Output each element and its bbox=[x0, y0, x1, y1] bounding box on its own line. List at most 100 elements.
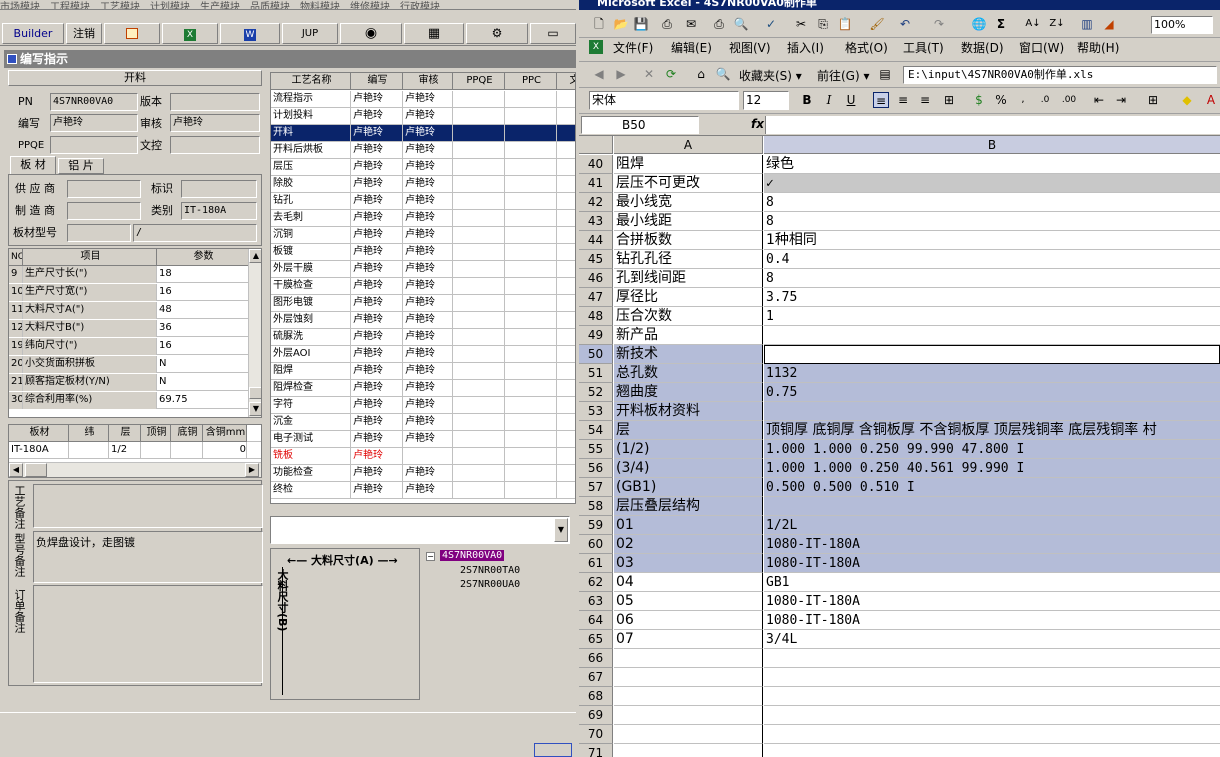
favorites-menu[interactable]: 收藏夹(S) ▾ bbox=[739, 67, 802, 84]
cell-b[interactable]: 0.4 bbox=[764, 250, 1220, 269]
cell-b[interactable]: 1.000 1.000 0.250 99.990 47.800 I bbox=[764, 440, 1220, 459]
process-row[interactable]: 干膜检查 卢艳玲 卢艳玲 bbox=[271, 278, 575, 295]
increase-indent-icon[interactable]: ⇥ bbox=[1113, 92, 1129, 108]
param-row[interactable]: 19 纬向尺寸(") 16 bbox=[9, 338, 249, 355]
row-header[interactable]: 50 bbox=[579, 345, 613, 364]
cell-b[interactable]: 1080-IT-180A bbox=[764, 554, 1220, 573]
cell-a[interactable]: 孔到线间距 bbox=[614, 269, 763, 288]
cell-b[interactable]: 1132 bbox=[764, 364, 1220, 383]
param-row[interactable]: 30 综合利用率(%) 69.75 bbox=[9, 392, 249, 409]
row-header[interactable]: 45 bbox=[579, 250, 613, 269]
hyperlink-icon[interactable]: 🌐 bbox=[971, 16, 987, 32]
scroll-thumb[interactable] bbox=[249, 387, 261, 399]
cell-b[interactable]: 8 bbox=[764, 212, 1220, 231]
row-header[interactable]: 41 bbox=[579, 174, 613, 193]
scroll-up-icon[interactable]: ▲ bbox=[249, 249, 261, 263]
row-header[interactable]: 44 bbox=[579, 231, 613, 250]
row-header[interactable]: 62 bbox=[579, 573, 613, 592]
material-cell[interactable]: 0 bbox=[203, 442, 247, 459]
cell-a[interactable]: 层 bbox=[614, 421, 763, 440]
cell-a[interactable]: 07 bbox=[614, 630, 763, 649]
undo-icon[interactable]: ↶ bbox=[897, 16, 913, 32]
tab-board[interactable]: 板 材 bbox=[10, 156, 56, 174]
process-row[interactable]: 开料 卢艳玲 卢艳玲 bbox=[271, 125, 575, 142]
monitor-button[interactable]: ▭ bbox=[530, 23, 576, 44]
row-header[interactable]: 71 bbox=[579, 744, 613, 757]
name-box[interactable]: B50 bbox=[581, 116, 699, 134]
process-row[interactable]: 阻焊检查 卢艳玲 卢艳玲 bbox=[271, 380, 575, 397]
stop-icon[interactable]: ✕ bbox=[641, 66, 657, 82]
cell-a[interactable]: (GB1) bbox=[614, 478, 763, 497]
formula-input[interactable] bbox=[765, 116, 1220, 134]
cell-b[interactable]: 绿色 bbox=[764, 155, 1220, 174]
module-menu-item[interactable]: 工艺模块 bbox=[100, 3, 140, 10]
process-row[interactable]: 沉金 卢艳玲 卢艳玲 bbox=[271, 414, 575, 431]
cell-b[interactable]: 1种相同 bbox=[764, 231, 1220, 250]
process-row[interactable]: 去毛刺 卢艳玲 卢艳玲 bbox=[271, 210, 575, 227]
redo-icon[interactable]: ↷ bbox=[931, 16, 947, 32]
process-row[interactable]: 除胶 卢艳玲 卢艳玲 bbox=[271, 176, 575, 193]
material-hscrollbar[interactable]: ◀ ▶ bbox=[9, 462, 261, 477]
comma-icon[interactable]: , bbox=[1015, 92, 1031, 108]
process-row[interactable]: 板镀 卢艳玲 卢艳玲 bbox=[271, 244, 575, 261]
cell-a[interactable]: 06 bbox=[614, 611, 763, 630]
order-notes-field[interactable] bbox=[33, 585, 263, 683]
param-row[interactable]: 10 生产尺寸宽(") 16 bbox=[9, 284, 249, 301]
param-value[interactable]: 69.75 bbox=[157, 392, 249, 409]
view-button[interactable]: ◉ bbox=[340, 23, 402, 44]
param-value[interactable]: 16 bbox=[157, 338, 249, 355]
cell-a[interactable] bbox=[614, 706, 763, 725]
word-export-button[interactable]: W bbox=[220, 23, 280, 44]
cell-a[interactable]: 02 bbox=[614, 535, 763, 554]
process-row[interactable]: 钻孔 卢艳玲 卢艳玲 bbox=[271, 193, 575, 210]
model-notes-field[interactable]: 负焊盘设计，走图镀 bbox=[33, 531, 263, 583]
row-header[interactable]: 55 bbox=[579, 440, 613, 459]
builder-button[interactable]: Builder bbox=[2, 23, 64, 44]
module-menu-item[interactable]: 工程模块 bbox=[50, 3, 90, 10]
cell-a[interactable]: 03 bbox=[614, 554, 763, 573]
permission-icon[interactable]: ⎙ bbox=[659, 16, 675, 32]
cell-b[interactable]: 8 bbox=[764, 193, 1220, 212]
cell-b[interactable] bbox=[764, 402, 1220, 421]
row-header[interactable]: 51 bbox=[579, 364, 613, 383]
module-button-1[interactable] bbox=[104, 23, 160, 44]
cell-a[interactable]: 压合次数 bbox=[614, 307, 763, 326]
cell-b[interactable]: 0.500 0.500 0.510 I bbox=[764, 478, 1220, 497]
merge-center-icon[interactable]: ⊞ bbox=[941, 92, 957, 108]
tree-root[interactable]: 4S7NR00VA0 bbox=[440, 550, 505, 561]
cell-a[interactable]: 05 bbox=[614, 592, 763, 611]
mark-field[interactable] bbox=[181, 180, 257, 198]
column-header-b[interactable]: B bbox=[764, 136, 1220, 154]
row-header[interactable]: 61 bbox=[579, 554, 613, 573]
module-menu-item[interactable]: 物料模块 bbox=[300, 3, 340, 10]
process-row[interactable]: 外层干膜 卢艳玲 卢艳玲 bbox=[271, 261, 575, 278]
module-menu-item[interactable]: 维修模块 bbox=[350, 3, 390, 10]
font-color-icon[interactable]: A bbox=[1203, 92, 1219, 108]
cell-b[interactable]: 1080-IT-180A bbox=[764, 592, 1220, 611]
align-right-icon[interactable]: ≡ bbox=[917, 92, 933, 108]
cell-b[interactable] bbox=[764, 345, 1220, 364]
back-icon[interactable]: ◀ bbox=[591, 66, 607, 82]
row-header[interactable]: 59 bbox=[579, 516, 613, 535]
cell-b[interactable]: 1080-IT-180A bbox=[764, 535, 1220, 554]
process-col-header[interactable]: 审核 bbox=[403, 73, 453, 90]
row-header[interactable]: 70 bbox=[579, 725, 613, 744]
underline-icon[interactable]: U bbox=[843, 92, 859, 108]
sort-desc-icon[interactable]: Z↓ bbox=[1049, 16, 1065, 32]
cell-b[interactable]: 1080-IT-180A bbox=[764, 611, 1220, 630]
cell-b[interactable]: GB1 bbox=[764, 573, 1220, 592]
cell-a[interactable] bbox=[614, 744, 763, 757]
increase-decimal-icon[interactable]: .0 bbox=[1037, 92, 1053, 108]
cell-b[interactable]: ✓ bbox=[764, 174, 1220, 193]
param-row[interactable]: 11 大料尺寸A(") 48 bbox=[9, 302, 249, 319]
forward-icon[interactable]: ▶ bbox=[613, 66, 629, 82]
home-icon[interactable]: ⌂ bbox=[693, 66, 709, 82]
tools-button[interactable]: ⚙ bbox=[466, 23, 528, 44]
row-header[interactable]: 46 bbox=[579, 269, 613, 288]
module-menu-item[interactable]: 行政模块 bbox=[400, 3, 440, 10]
material-cell[interactable]: 1/2 bbox=[109, 442, 141, 459]
process-col-header[interactable]: 文 bbox=[557, 73, 575, 90]
module-menu-item[interactable]: 品质模块 bbox=[250, 3, 290, 10]
cut-icon[interactable]: ✂ bbox=[793, 16, 809, 32]
row-header[interactable]: 43 bbox=[579, 212, 613, 231]
